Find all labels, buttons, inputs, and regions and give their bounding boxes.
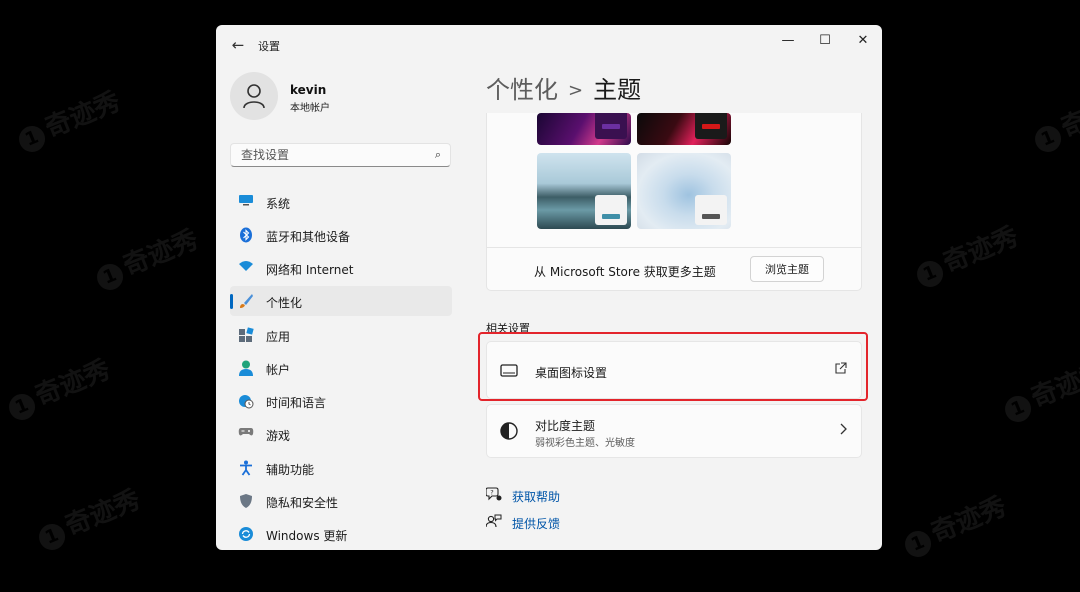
user-name: kevin bbox=[290, 83, 327, 97]
get-help-label[interactable]: 获取帮助 bbox=[512, 490, 560, 504]
theme-thumbnail[interactable] bbox=[537, 153, 631, 229]
browse-themes-button[interactable]: 浏览主题 bbox=[750, 256, 824, 282]
accessibility-icon bbox=[238, 460, 254, 476]
feedback-icon bbox=[485, 514, 504, 531]
svg-text:?: ? bbox=[490, 489, 493, 497]
account-type: 本地帐户 bbox=[290, 103, 330, 114]
active-indicator bbox=[230, 294, 233, 309]
watermark: 1奇迹秀 bbox=[1027, 81, 1080, 156]
back-button[interactable]: ← bbox=[228, 35, 248, 55]
watermark: 1奇迹秀 bbox=[89, 219, 203, 294]
themes-card: 从 Microsoft Store 获取更多主题 浏览主题 bbox=[486, 113, 862, 291]
title-bar: ← 设置 — ☐ ✕ bbox=[216, 25, 882, 65]
sidebar-item-label: 游戏 bbox=[266, 429, 291, 443]
highlight-box bbox=[478, 332, 868, 401]
sidebar-item-label: 系统 bbox=[266, 197, 291, 211]
contrast-icon bbox=[500, 422, 518, 444]
help-chat-icon: ? bbox=[485, 487, 504, 504]
wifi-icon bbox=[238, 260, 254, 276]
feedback-link[interactable]: 提供反馈 bbox=[485, 514, 560, 532]
store-text: 从 Microsoft Store 获取更多主题 bbox=[534, 265, 716, 279]
search-input[interactable] bbox=[239, 147, 423, 163]
sidebar-item-label: 隐私和安全性 bbox=[266, 496, 339, 510]
breadcrumb-separator: > bbox=[568, 80, 584, 101]
sidebar-item-personalization[interactable]: 个性化 bbox=[230, 286, 452, 316]
apps-icon bbox=[238, 327, 254, 343]
sidebar-item-label: 个性化 bbox=[266, 296, 303, 310]
brush-icon bbox=[238, 293, 254, 309]
theme-preview-window bbox=[695, 113, 727, 139]
sidebar-item-label: 时间和语言 bbox=[266, 396, 327, 410]
sidebar-item-bluetooth[interactable]: 蓝牙和其他设备 bbox=[230, 220, 452, 250]
breadcrumb-parent[interactable]: 个性化 bbox=[486, 76, 558, 104]
contrast-themes-row[interactable]: 对比度主题 弱视彩色主题、光敏度 bbox=[486, 404, 862, 458]
gamepad-icon bbox=[238, 426, 254, 442]
theme-preview-window bbox=[695, 195, 727, 225]
sidebar-item-label: 网络和 Internet bbox=[266, 263, 354, 277]
sidebar-item-apps[interactable]: 应用 bbox=[230, 320, 452, 350]
account-icon bbox=[238, 360, 254, 376]
watermark: 1奇迹秀 bbox=[909, 216, 1023, 291]
app-title: 设置 bbox=[258, 40, 280, 53]
setting-subtitle: 弱视彩色主题、光敏度 bbox=[535, 438, 635, 449]
settings-window: ← 设置 — ☐ ✕ kevin 本地帐户 ⌕ 系统 蓝牙和其他设备 网络和 I… bbox=[216, 25, 882, 550]
store-row: 从 Microsoft Store 获取更多主题 浏览主题 bbox=[487, 247, 861, 290]
maximize-button[interactable]: ☐ bbox=[807, 29, 843, 53]
sidebar-item-label: Windows 更新 bbox=[266, 529, 348, 543]
sidebar-item-label: 辅助功能 bbox=[266, 463, 315, 477]
breadcrumb-current: 主题 bbox=[593, 76, 642, 104]
minimize-button[interactable]: — bbox=[770, 29, 806, 53]
user-icon bbox=[243, 84, 265, 109]
sidebar-item-system[interactable]: 系统 bbox=[230, 187, 452, 217]
sidebar-item-label: 帐户 bbox=[266, 363, 291, 377]
globe-clock-icon bbox=[238, 393, 254, 409]
sidebar-item-gaming[interactable]: 游戏 bbox=[230, 419, 452, 449]
sidebar-item-privacy[interactable]: 隐私和安全性 bbox=[230, 486, 452, 516]
get-help-link[interactable]: ? 获取帮助 bbox=[485, 487, 560, 505]
shield-icon bbox=[238, 493, 254, 509]
sidebar-item-network[interactable]: 网络和 Internet bbox=[230, 253, 452, 283]
watermark: 1奇迹秀 bbox=[11, 81, 125, 156]
update-icon bbox=[238, 526, 254, 542]
search-box[interactable]: ⌕ bbox=[230, 143, 451, 167]
sidebar-item-time-language[interactable]: 时间和语言 bbox=[230, 386, 452, 416]
sidebar-item-accessibility[interactable]: 辅助功能 bbox=[230, 453, 452, 483]
theme-preview-window bbox=[595, 195, 627, 225]
theme-thumbnail[interactable] bbox=[537, 113, 631, 145]
setting-title: 对比度主题 bbox=[535, 419, 596, 433]
watermark: 1奇迹秀 bbox=[997, 351, 1080, 426]
sidebar-item-accounts[interactable]: 帐户 bbox=[230, 353, 452, 383]
watermark: 1奇迹秀 bbox=[897, 486, 1011, 561]
watermark: 1奇迹秀 bbox=[31, 479, 145, 554]
theme-thumbnail[interactable] bbox=[637, 153, 731, 229]
close-button[interactable]: ✕ bbox=[845, 29, 881, 53]
page-title: 个性化 > 主题 bbox=[486, 70, 641, 105]
avatar[interactable] bbox=[230, 72, 278, 120]
theme-preview-window bbox=[595, 113, 627, 139]
bluetooth-icon bbox=[238, 227, 254, 243]
feedback-label[interactable]: 提供反馈 bbox=[512, 517, 560, 531]
sidebar-item-windows-update[interactable]: Windows 更新 bbox=[230, 519, 452, 549]
watermark: 1奇迹秀 bbox=[1, 349, 115, 424]
search-icon[interactable]: ⌕ bbox=[435, 148, 441, 162]
sidebar-item-label: 蓝牙和其他设备 bbox=[266, 230, 351, 244]
theme-thumbnail[interactable] bbox=[637, 113, 731, 145]
sidebar-item-label: 应用 bbox=[266, 330, 291, 344]
system-icon bbox=[238, 194, 254, 210]
chevron-right-icon bbox=[839, 423, 847, 439]
